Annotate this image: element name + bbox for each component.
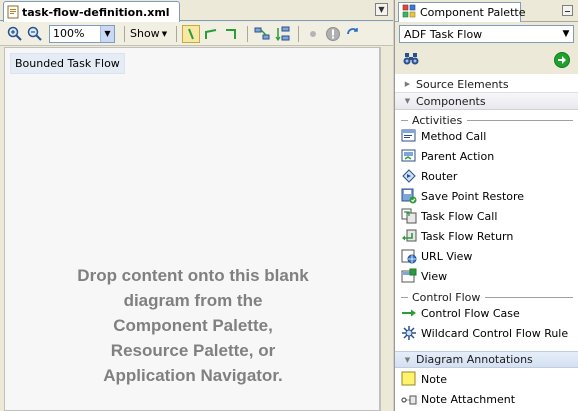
note-attachment-icon (401, 391, 417, 407)
layout-vertical-icon[interactable] (273, 25, 291, 43)
go-arrow-icon[interactable] (554, 52, 570, 68)
binoculars-icon[interactable] (403, 52, 419, 69)
breakpoint-icon[interactable] (304, 25, 322, 43)
palette-item-control-flow-case[interactable]: Control Flow Case (401, 304, 577, 322)
chevron-down-icon: ▼ (404, 355, 411, 364)
save-point-restore-icon (401, 188, 417, 204)
file-tab-title: task-flow-definition.xml (22, 5, 170, 19)
diagram-type-label: Bounded Task Flow (10, 53, 125, 74)
diagram-editor: task-flow-definition.xml ▼ 100% ▼ Show ▼ (0, 0, 393, 411)
router-icon (401, 168, 417, 184)
palette-item-save-point-restore[interactable]: Save Point Restore (401, 187, 577, 205)
chevron-down-icon: ▼ (161, 29, 168, 38)
palette-item-label: Note (421, 372, 448, 386)
task-flow-call-icon (401, 208, 417, 224)
toolbar-separator (247, 25, 249, 42)
hint-line: Drop content onto this blank (77, 266, 309, 285)
minimize-icon[interactable] (562, 5, 573, 16)
section-label: Diagram Annotations (416, 353, 533, 366)
palette-item-label: Wildcard Control Flow Rule (421, 326, 569, 340)
toolbar-separator (176, 25, 178, 42)
palette-item-label: URL View (421, 249, 473, 263)
diagram-toolbar: 100% ▼ Show ▼ (0, 22, 393, 46)
palette-icon (402, 4, 416, 21)
diagram-canvas[interactable]: Bounded Task Flow Drop content onto this… (4, 47, 380, 411)
category-label: Control Flow (412, 290, 481, 304)
palette-item-router[interactable]: Router (401, 167, 577, 185)
section-source-elements[interactable]: ▶ Source Elements (395, 76, 578, 93)
show-menu-button[interactable]: Show ▼ (130, 27, 167, 40)
editor-tab-bar: task-flow-definition.xml ▼ (0, 0, 393, 22)
palette-item-task-flow-return[interactable]: Task Flow Return (401, 227, 577, 245)
wildcard-rule-icon (401, 325, 417, 341)
chevron-down-icon[interactable]: ▼ (375, 3, 388, 16)
palette-title: Component Palette (420, 6, 526, 19)
elbow-line-icon[interactable] (222, 25, 240, 43)
parent-action-icon (401, 148, 417, 164)
disabled-breakpoint-icon[interactable] (324, 25, 342, 43)
palette-item-label: Save Point Restore (421, 189, 525, 203)
palette-item-wildcard-control-flow-rule[interactable]: Wildcard Control Flow Rule (401, 324, 577, 342)
palette-list: ▶ Source Elements ▼ Components Activitie… (395, 74, 578, 411)
control-flow-case-icon (401, 305, 417, 321)
hint-line: diagram from the (123, 291, 263, 310)
palette-item-note-attachment[interactable]: Note Attachment (401, 390, 577, 408)
palette-item-label: Task Flow Return (421, 229, 514, 243)
chevron-down-icon: ▼ (404, 97, 411, 105)
zoom-in-icon[interactable] (6, 25, 24, 43)
url-view-icon (401, 248, 417, 264)
section-label: Source Elements (416, 77, 509, 91)
palette-item-method-call[interactable]: Method Call (401, 127, 577, 145)
show-menu-label: Show (130, 27, 160, 40)
palette-tab[interactable]: Component Palette (398, 2, 525, 22)
palette-item-label: Note Attachment (421, 392, 516, 406)
palette-item-label: Control Flow Case (421, 306, 520, 320)
palette-item-label: Method Call (421, 129, 487, 143)
toolbar-separator (298, 25, 300, 42)
empty-diagram-hint: Drop content onto this blank diagram fro… (5, 263, 381, 388)
category-label: Activities (412, 113, 463, 127)
category-control-flow: Control Flow (401, 290, 573, 304)
palette-search-row (395, 47, 578, 73)
section-components[interactable]: ▼ Components (395, 93, 578, 110)
palette-item-label: View (421, 269, 448, 283)
palette-item-label: Router (421, 169, 458, 183)
hint-line: Application Navigator. (103, 366, 283, 385)
section-label: Components (416, 94, 486, 108)
toolbar-separator (124, 25, 125, 42)
palette-item-view[interactable]: View (401, 267, 577, 285)
palette-item-parent-action[interactable]: Parent Action (401, 147, 577, 165)
chevron-right-icon: ▶ (404, 80, 411, 88)
chevron-down-icon: ▼ (100, 25, 114, 42)
palette-header: Component Palette (395, 0, 578, 22)
section-diagram-annotations[interactable]: ▼ Diagram Annotations (395, 351, 578, 368)
method-call-icon (401, 128, 417, 144)
straight-line-icon[interactable] (202, 25, 220, 43)
xml-file-icon (6, 5, 20, 19)
chevron-down-icon: ▼ (562, 29, 570, 39)
file-tab[interactable]: task-flow-definition.xml (3, 1, 180, 22)
library-dropdown[interactable]: ADF Task Flow ▼ (399, 25, 574, 43)
palette-item-url-view[interactable]: URL View (401, 247, 577, 265)
zoom-out-icon[interactable] (26, 25, 44, 43)
select-icon[interactable] (182, 24, 201, 43)
category-activities: Activities (401, 113, 573, 127)
note-icon (401, 371, 417, 387)
layout-horizontal-icon[interactable] (253, 25, 271, 43)
view-icon (401, 268, 417, 284)
palette-item-task-flow-call[interactable]: Task Flow Call (401, 207, 577, 225)
zoom-dropdown[interactable]: 100% ▼ (49, 24, 115, 43)
component-palette: Component Palette ADF Task Flow ▼ ▶ Sour… (394, 0, 578, 411)
refresh-icon[interactable] (344, 25, 362, 43)
task-flow-return-icon (401, 228, 417, 244)
vertical-scrollbar[interactable] (380, 47, 393, 411)
hint-line: Resource Palette, or (110, 341, 276, 360)
library-dropdown-value: ADF Task Flow (404, 27, 483, 41)
palette-item-note[interactable]: Note (401, 370, 577, 388)
hint-line: Component Palette, (113, 316, 273, 335)
palette-item-label: Task Flow Call (421, 209, 498, 223)
palette-item-label: Parent Action (421, 149, 495, 163)
zoom-value: 100% (53, 27, 85, 40)
